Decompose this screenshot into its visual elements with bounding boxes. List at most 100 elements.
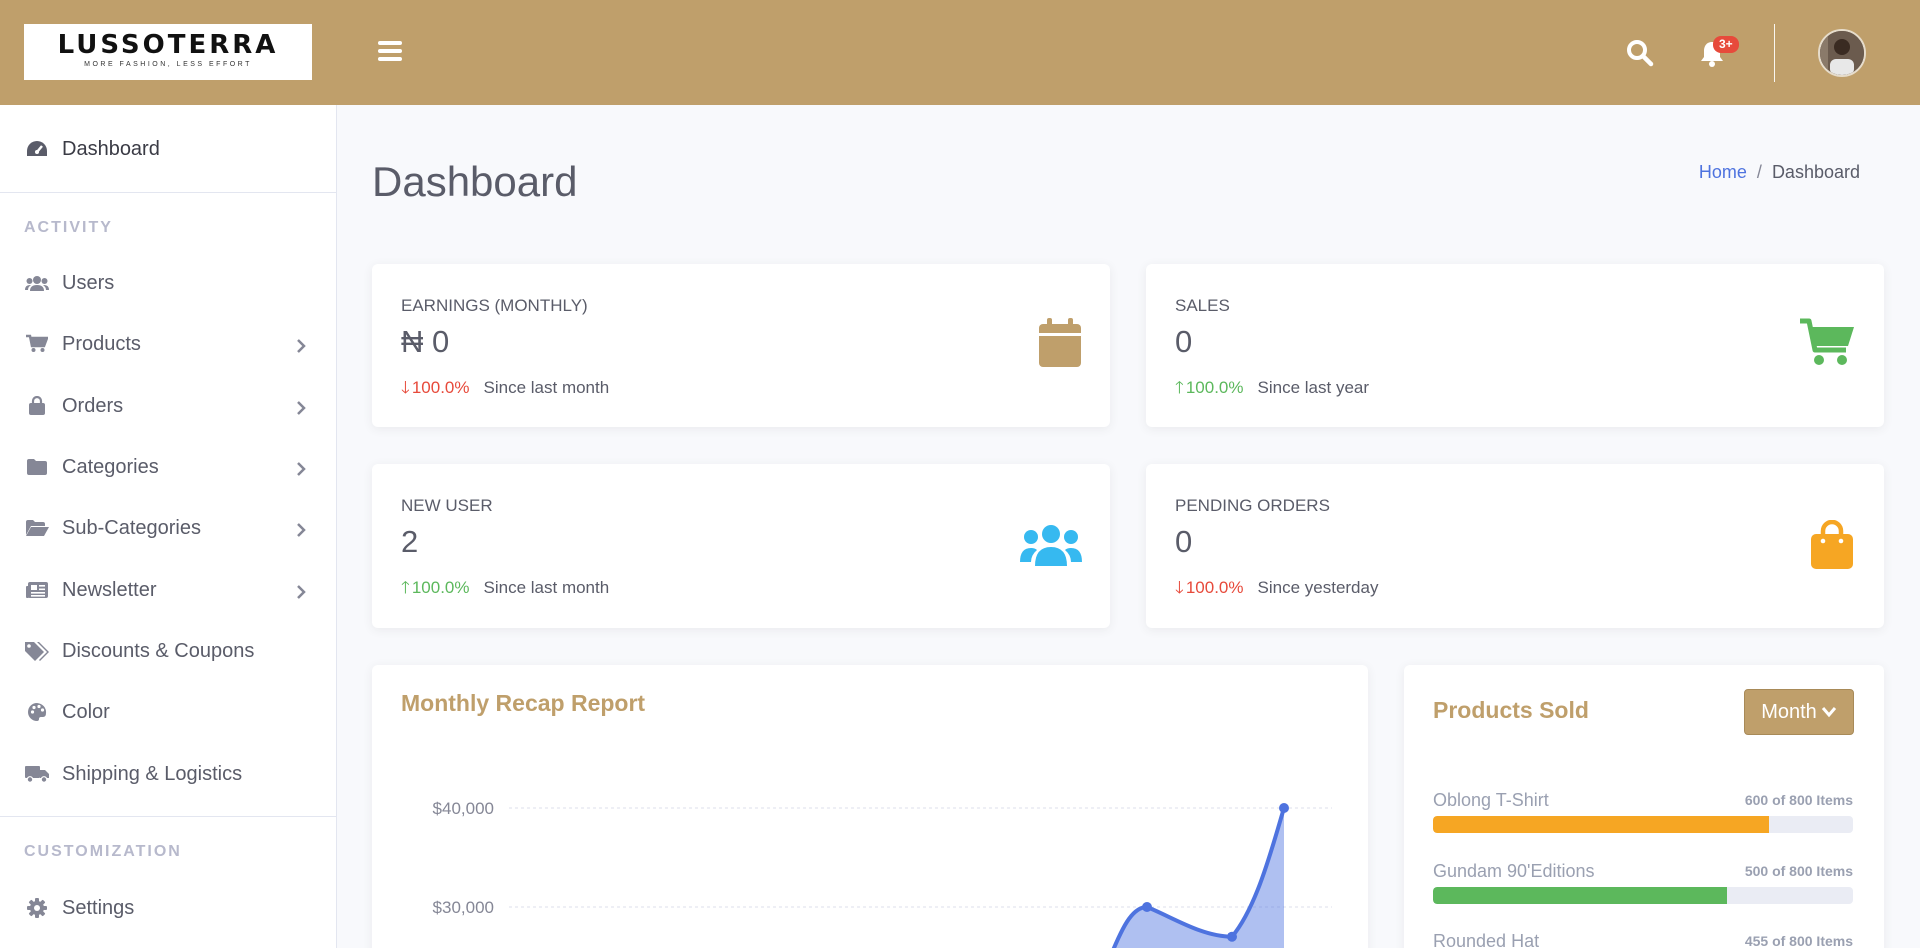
stat-label: PENDING ORDERS [1175, 496, 1330, 515]
chevron-right-icon [296, 459, 306, 482]
truck-icon [24, 763, 50, 785]
sidebar-item-newsletter[interactable]: Newsletter [0, 565, 336, 615]
y-tick-label: $30,000 [433, 898, 494, 917]
data-point[interactable] [1279, 803, 1289, 813]
stat-change-percent: 100.0% [411, 578, 470, 597]
sidebar-item-dashboard[interactable]: Dashboard [0, 124, 336, 174]
chevron-down-icon [1821, 701, 1837, 724]
sidebar: Dashboard ACTIVITY Users Products Orders… [0, 105, 337, 948]
sidebar-item-label: Newsletter [62, 578, 157, 601]
stat-value: 2 [401, 524, 419, 559]
breadcrumb-current: Dashboard [1771, 162, 1860, 182]
stat-change: 🡑 100.0% Since last year [1175, 375, 1369, 404]
sidebar-item-users[interactable]: Users [0, 258, 336, 308]
palette-icon [24, 701, 50, 723]
product-name: Rounded Hat [1433, 931, 1540, 948]
search-icon[interactable] [1625, 38, 1655, 68]
folder-open-icon [24, 517, 50, 539]
notification-badge: 3+ [1713, 36, 1739, 53]
sidebar-item-sub-categories[interactable]: Sub-Categories [0, 503, 336, 553]
sidebar-item-discounts[interactable]: Discounts & Coupons [0, 626, 336, 676]
brand-logo[interactable]: LUSSOTERRA MORE FASHION, LESS EFFORT [24, 24, 312, 80]
progress-fill [1433, 887, 1727, 904]
sidebar-item-label: Categories [62, 455, 159, 478]
stat-value: 0 [1175, 324, 1193, 359]
month-filter-button[interactable]: Month [1744, 689, 1854, 735]
data-point[interactable] [1142, 902, 1152, 912]
brand-name: LUSSOTERRA [57, 30, 279, 60]
tachometer-icon [24, 138, 50, 160]
stat-value: 0 [1175, 524, 1193, 559]
sidebar-item-label: Dashboard [62, 137, 160, 160]
breadcrumb: Home / Dashboard [1699, 162, 1860, 183]
monthly-recap-card: Monthly Recap Report $40,000 $30,000 [372, 665, 1368, 948]
stat-label: EARNINGS (MONTHLY) [401, 296, 588, 315]
sidebar-item-shipping[interactable]: Shipping & Logistics [0, 749, 336, 799]
chevron-right-icon [296, 520, 306, 543]
sidebar-item-label: Orders [62, 394, 124, 417]
stat-change: 🡓 100.0% Since yesterday [1175, 575, 1378, 604]
stat-change-percent: 100.0% [1185, 378, 1244, 397]
products-sold-card: Products Sold Month Oblong T-Shirt 600 o… [1404, 665, 1884, 948]
bag-icon [1810, 519, 1854, 575]
sidebar-item-label: Discounts & Coupons [62, 639, 255, 662]
stat-change-period: Since yesterday [1257, 578, 1379, 597]
sidebar-heading-customization: CUSTOMIZATION [24, 843, 182, 860]
breadcrumb-home-link[interactable]: Home [1699, 162, 1747, 182]
product-name: Oblong T-Shirt [1433, 790, 1549, 810]
topbar-divider [1774, 24, 1775, 82]
sidebar-item-label: Color [62, 700, 110, 723]
cart-icon [1800, 318, 1856, 373]
y-tick-label: $40,000 [433, 799, 494, 818]
progress-fill [1433, 816, 1769, 833]
chevron-right-icon [296, 582, 306, 605]
stat-card-pending-orders: PENDING ORDERS 0 🡓 100.0% Since yesterday [1146, 464, 1884, 628]
stat-change-period: Since last month [483, 378, 610, 397]
sidebar-item-products[interactable]: Products [0, 319, 336, 369]
page-title: Dashboard [372, 158, 578, 205]
sidebar-heading-activity: ACTIVITY [24, 219, 113, 236]
breadcrumb-separator: / [1756, 162, 1762, 182]
sidebar-item-label: Shipping & Logistics [62, 762, 243, 785]
calendar-icon [1038, 318, 1082, 373]
chevron-right-icon [296, 336, 306, 359]
arrow-up-icon: 🡑 [1175, 378, 1184, 397]
product-count: 600 of 800 Items [1744, 792, 1853, 808]
bag-icon [24, 395, 50, 417]
menu-icon[interactable] [378, 41, 402, 63]
stat-change-period: Since last month [483, 578, 610, 597]
products-sold-title: Products Sold [1433, 697, 1589, 723]
sidebar-item-settings[interactable]: Settings [0, 883, 336, 933]
users-icon [24, 272, 50, 294]
stat-change-percent: 100.0% [411, 378, 470, 397]
users-icon [1020, 524, 1082, 571]
recap-chart: $40,000 $30,000 [433, 799, 1332, 948]
arrow-down-icon: 🡓 [401, 378, 410, 397]
stat-change: 🡑 100.0% Since last month [401, 575, 609, 604]
avatar[interactable] [1818, 29, 1866, 77]
gear-icon [24, 897, 50, 919]
product-count: 500 of 800 Items [1744, 863, 1853, 879]
product-count: 455 of 800 Items [1744, 933, 1853, 948]
progress-bar [1433, 887, 1853, 904]
sidebar-item-label: Users [62, 271, 115, 294]
chevron-right-icon [296, 398, 306, 421]
product-name: Gundam 90'Editions [1433, 861, 1595, 881]
sidebar-item-orders[interactable]: Orders [0, 381, 336, 431]
sidebar-divider [0, 816, 336, 817]
stat-change-period: Since last year [1257, 378, 1370, 397]
sidebar-item-label: Products [62, 332, 141, 355]
sidebar-item-label: Settings [62, 896, 135, 919]
tags-icon [24, 640, 50, 662]
sidebar-divider [0, 192, 336, 193]
newspaper-icon [24, 579, 50, 601]
stat-card-sales: SALES 0 🡑 100.0% Since last year [1146, 264, 1884, 427]
arrow-up-icon: 🡑 [401, 578, 410, 597]
stat-card-earnings: EARNINGS (MONTHLY) ₦ 0 🡓 100.0% Since last… [372, 264, 1110, 427]
cart-icon [24, 333, 50, 355]
sidebar-item-color[interactable]: Color [0, 687, 336, 737]
sidebar-item-categories[interactable]: Categories [0, 442, 336, 492]
folder-icon [24, 456, 50, 478]
stat-card-new-user: NEW USER 2 🡑 100.0% Since last month [372, 464, 1110, 628]
data-point[interactable] [1227, 931, 1237, 942]
